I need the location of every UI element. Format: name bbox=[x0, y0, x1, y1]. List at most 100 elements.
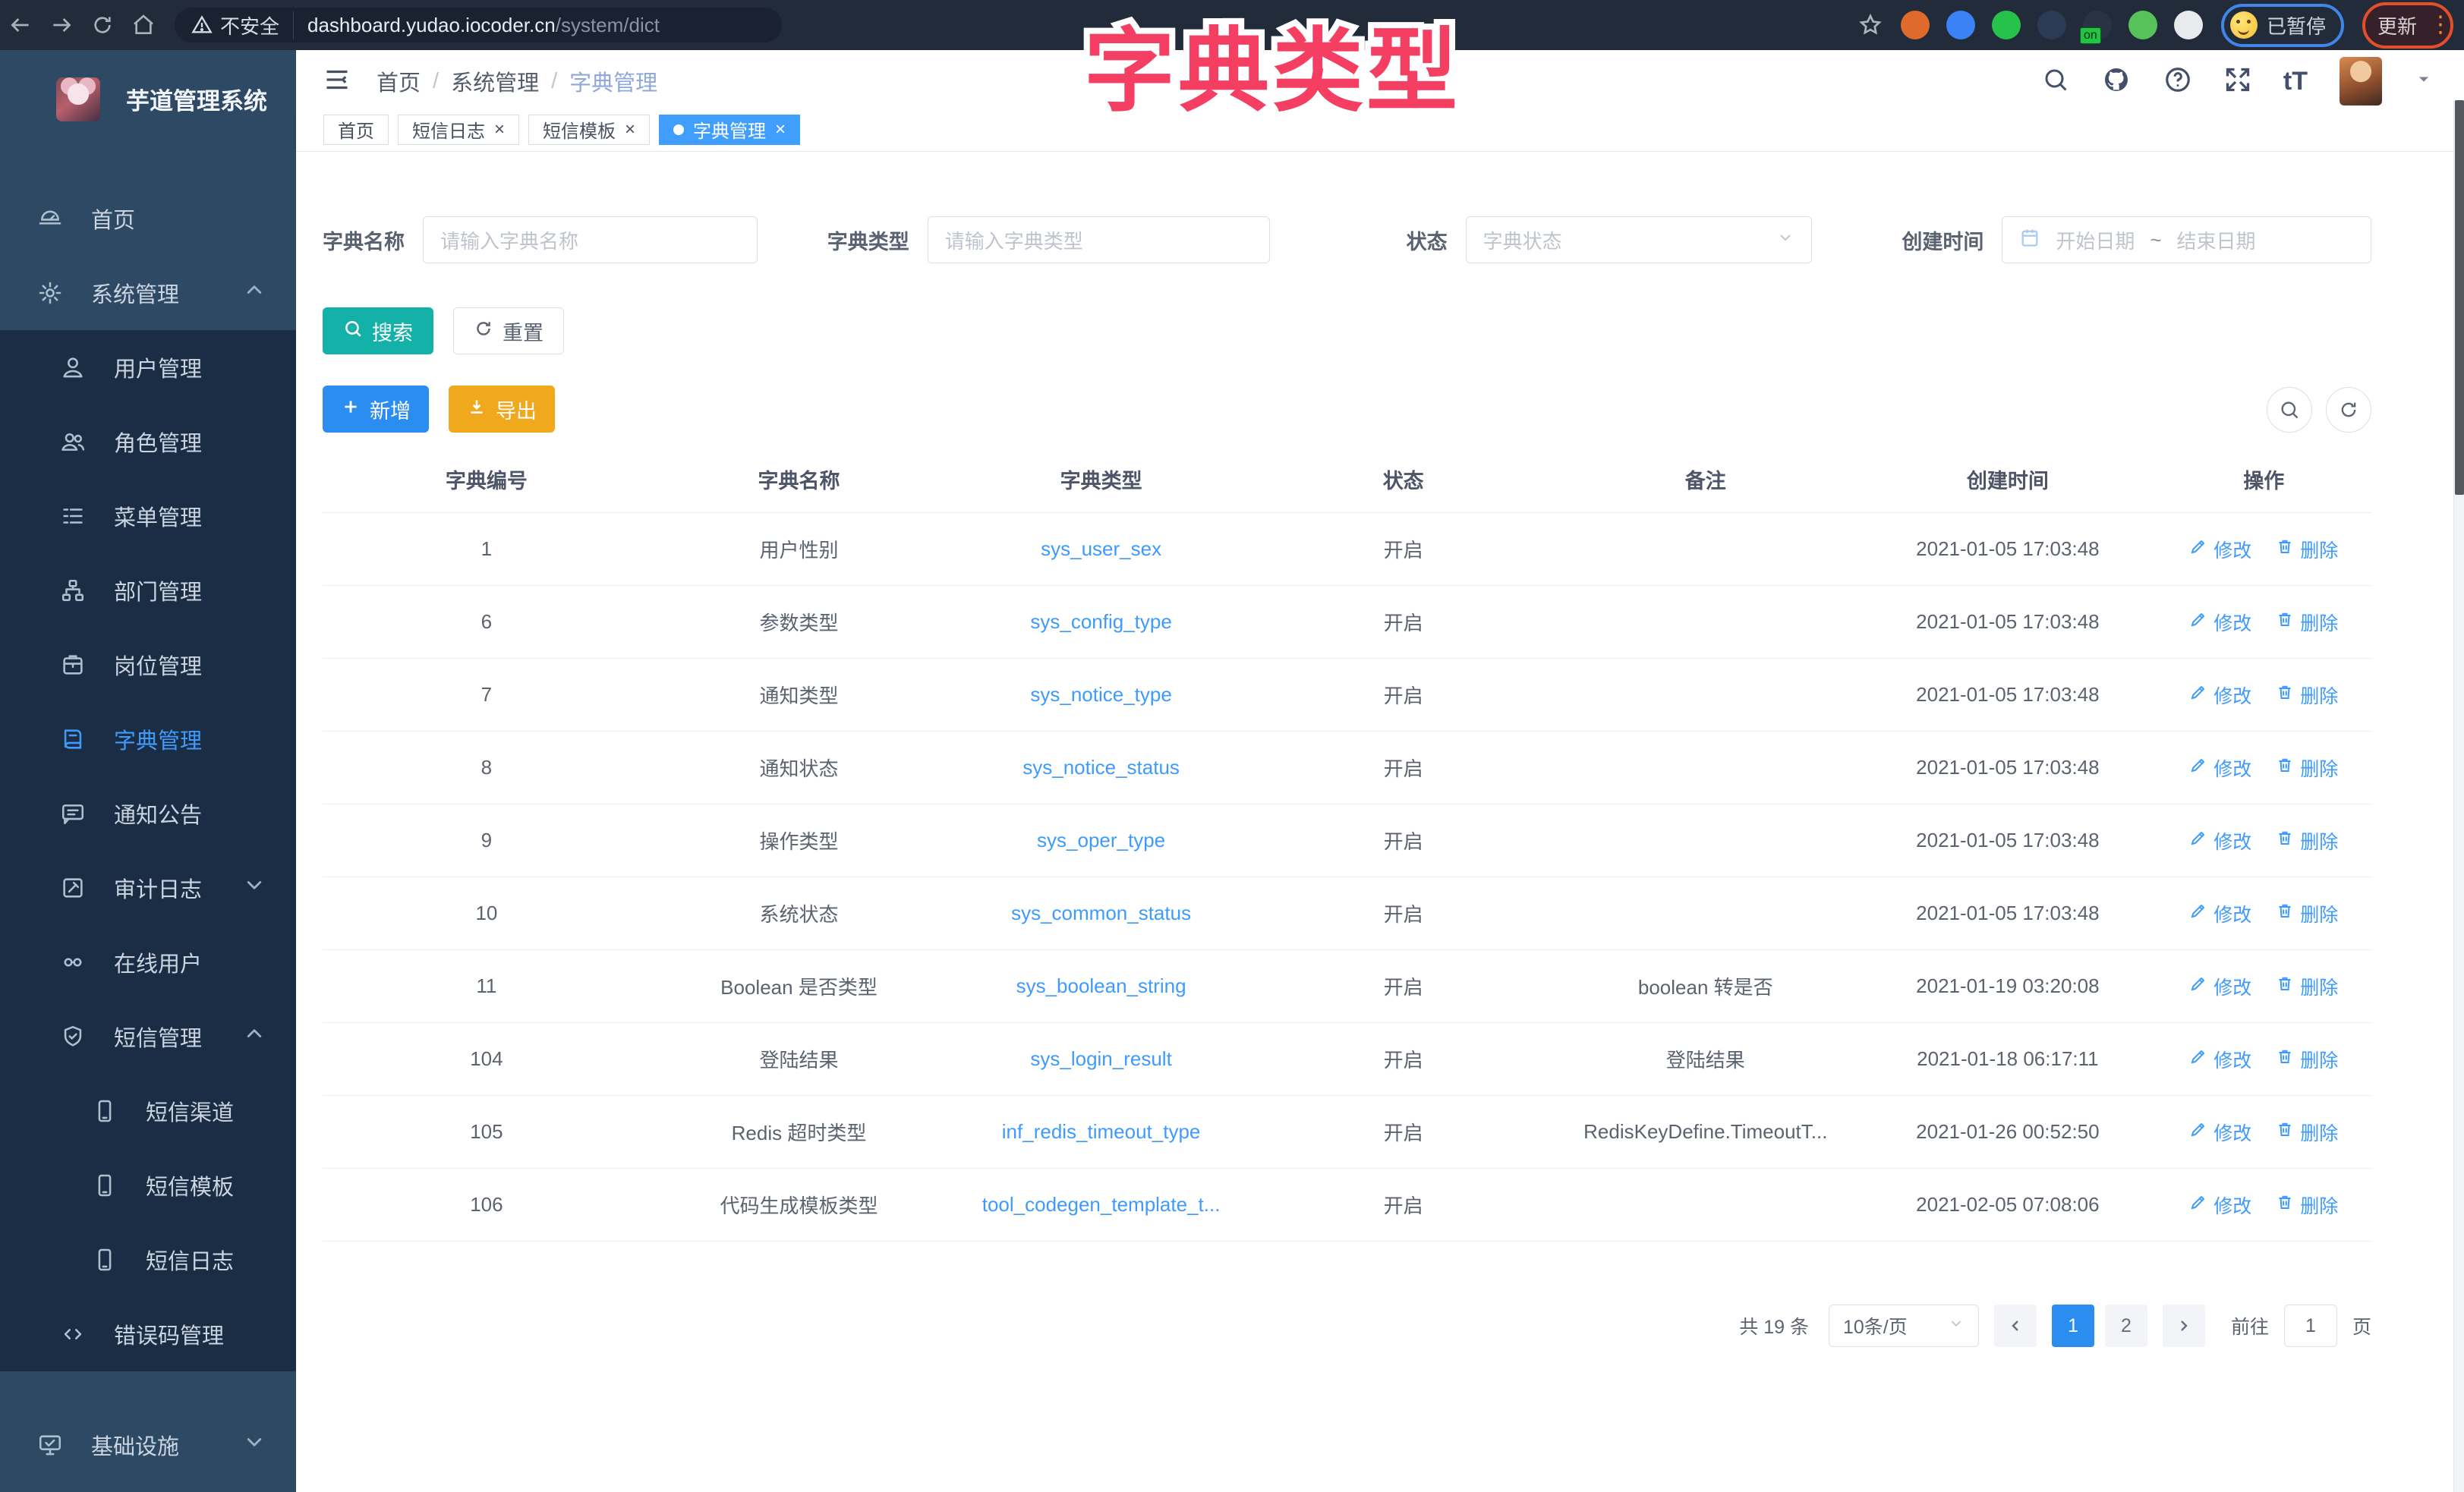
cell-dict-type-link[interactable]: sys_login_result bbox=[947, 1023, 1255, 1096]
delete-row-button[interactable]: 删除 bbox=[2276, 609, 2338, 636]
breadcrumb-system[interactable]: 系统管理 bbox=[451, 65, 539, 97]
browser-reload-button[interactable] bbox=[82, 5, 123, 46]
date-range-picker[interactable]: 开始日期 ~ 结束日期 bbox=[2002, 216, 2371, 263]
sidebar-item-sms-log[interactable]: 短信日志 bbox=[0, 1223, 296, 1297]
cell-dict-type-link[interactable]: sys_notice_type bbox=[947, 659, 1255, 732]
browser-home-button[interactable] bbox=[123, 5, 164, 46]
user-menu-caret-icon[interactable] bbox=[2414, 70, 2434, 93]
browser-update-button[interactable]: 更新 bbox=[2373, 8, 2421, 42]
tab-首页[interactable]: 首页 bbox=[323, 115, 389, 145]
edit-row-button[interactable]: 修改 bbox=[2189, 1119, 2251, 1146]
browser-forward-button[interactable] bbox=[41, 5, 82, 46]
tab-字典管理[interactable]: 字典管理× bbox=[659, 115, 800, 145]
help-icon[interactable] bbox=[2163, 65, 2192, 98]
tab-close-icon[interactable]: × bbox=[775, 121, 786, 139]
edit-row-button[interactable]: 修改 bbox=[2189, 536, 2251, 563]
diamond-extension-icon[interactable] bbox=[2037, 11, 2066, 39]
edit-row-button[interactable]: 修改 bbox=[2189, 1046, 2251, 1073]
tab-短信模板[interactable]: 短信模板× bbox=[528, 115, 650, 145]
security-label[interactable]: 不安全 bbox=[220, 11, 279, 39]
goto-page-input[interactable]: 1 bbox=[2284, 1305, 2337, 1347]
delete-row-button[interactable]: 删除 bbox=[2276, 1119, 2338, 1146]
extension-paused-pill[interactable]: 已暂停 bbox=[2221, 4, 2344, 47]
browser-scrollbar[interactable] bbox=[2453, 100, 2464, 1492]
browser-back-button[interactable] bbox=[0, 5, 41, 46]
sidebar-item-errcode[interactable]: 错误码管理 bbox=[0, 1297, 296, 1371]
edit-row-button[interactable]: 修改 bbox=[2189, 609, 2251, 636]
sidebar-item-audit[interactable]: 审计日志 bbox=[0, 851, 296, 925]
table-search-toggle-button[interactable] bbox=[2267, 387, 2312, 433]
sidebar-item-dict[interactable]: 字典管理 bbox=[0, 702, 296, 776]
leaf-extension-icon[interactable] bbox=[2128, 11, 2157, 39]
tab-close-icon[interactable]: × bbox=[625, 121, 635, 139]
sidebar-item-post[interactable]: 岗位管理 bbox=[0, 628, 296, 702]
github-icon[interactable] bbox=[2101, 65, 2132, 99]
edit-row-button[interactable]: 修改 bbox=[2189, 827, 2251, 855]
sidebar-item-sms-channel[interactable]: 短信渠道 bbox=[0, 1074, 296, 1148]
edit-row-button[interactable]: 修改 bbox=[2189, 973, 2251, 1000]
sidebar-item-user[interactable]: 用户管理 bbox=[0, 330, 296, 404]
sidebar-item-role[interactable]: 角色管理 bbox=[0, 404, 296, 479]
delete-row-button[interactable]: 删除 bbox=[2276, 1046, 2338, 1073]
dict-name-input[interactable]: 请输入字典名称 bbox=[423, 216, 758, 263]
cell-dict-type-link[interactable]: sys_common_status bbox=[947, 877, 1255, 950]
breadcrumb-home[interactable]: 首页 bbox=[377, 65, 421, 97]
tab-close-icon[interactable]: × bbox=[494, 121, 505, 139]
search-button[interactable]: 搜索 bbox=[323, 307, 433, 354]
font-size-icon[interactable]: tT bbox=[2283, 67, 2308, 96]
cell-dict-type-link[interactable]: sys_boolean_string bbox=[947, 950, 1255, 1023]
cell-dict-type-link[interactable]: tool_codegen_template_t... bbox=[947, 1169, 1255, 1242]
delete-row-button[interactable]: 删除 bbox=[2276, 1191, 2338, 1219]
sidebar-item-home[interactable]: 首页 bbox=[0, 181, 296, 256]
figure-extension-icon[interactable] bbox=[2174, 11, 2203, 39]
delete-row-button[interactable]: 删除 bbox=[2276, 681, 2338, 709]
sidebar-item-online[interactable]: 在线用户 bbox=[0, 925, 296, 999]
hamburger-icon[interactable] bbox=[323, 66, 351, 97]
sidebar-item-infra[interactable]: 基础设施 bbox=[0, 1408, 296, 1482]
browser-menu-kebab-icon[interactable]: ⋮ bbox=[2429, 19, 2443, 32]
delete-row-button[interactable]: 删除 bbox=[2276, 536, 2338, 563]
green-circle-extension-icon[interactable] bbox=[1992, 11, 2021, 39]
delete-row-button[interactable]: 删除 bbox=[2276, 754, 2338, 782]
sidebar-item-menu[interactable]: 菜单管理 bbox=[0, 479, 296, 553]
add-button[interactable]: 新增 bbox=[323, 386, 429, 433]
sidebar-item-sms[interactable]: 短信管理 bbox=[0, 999, 296, 1074]
gem-extension-icon[interactable] bbox=[1946, 11, 1975, 39]
page-button-2[interactable]: 2 bbox=[2105, 1305, 2147, 1347]
sidebar-item-notice[interactable]: 通知公告 bbox=[0, 776, 296, 851]
status-select[interactable]: 字典状态 bbox=[1466, 216, 1813, 263]
logo-row[interactable]: 芋道管理系统 bbox=[0, 50, 296, 137]
bookmark-star-icon[interactable] bbox=[1858, 13, 1883, 37]
delete-row-button[interactable]: 删除 bbox=[2276, 827, 2338, 855]
header-search-icon[interactable] bbox=[2042, 66, 2069, 97]
next-page-button[interactable] bbox=[2163, 1305, 2205, 1347]
scrollbar-thumb[interactable] bbox=[2455, 100, 2464, 495]
edit-row-button[interactable]: 修改 bbox=[2189, 681, 2251, 709]
target-extension-icon[interactable] bbox=[1901, 11, 1930, 39]
cell-dict-type-link[interactable]: sys_config_type bbox=[947, 586, 1255, 659]
fullscreen-icon[interactable] bbox=[2224, 66, 2251, 97]
cell-dict-type-link[interactable]: sys_notice_status bbox=[947, 732, 1255, 804]
prev-page-button[interactable] bbox=[1994, 1305, 2037, 1347]
export-button[interactable]: 导出 bbox=[449, 386, 555, 433]
delete-row-button[interactable]: 删除 bbox=[2276, 900, 2338, 927]
edit-row-button[interactable]: 修改 bbox=[2189, 754, 2251, 782]
address-bar[interactable]: 不安全 dashboard.yudao.iocoder.cn/system/di… bbox=[175, 8, 782, 42]
sidebar-item-dept[interactable]: 部门管理 bbox=[0, 553, 296, 628]
sidebar-item-sms-template[interactable]: 短信模板 bbox=[0, 1148, 296, 1223]
edit-row-button[interactable]: 修改 bbox=[2189, 1191, 2251, 1219]
dict-type-input[interactable]: 请输入字典类型 bbox=[928, 216, 1270, 263]
screenshot-extension-icon[interactable]: on bbox=[2083, 11, 2112, 39]
tab-短信日志[interactable]: 短信日志× bbox=[398, 115, 519, 145]
reset-button[interactable]: 重置 bbox=[453, 307, 564, 354]
user-avatar[interactable] bbox=[2340, 57, 2382, 105]
cell-dict-type-link[interactable]: sys_user_sex bbox=[947, 513, 1255, 586]
cell-dict-type-link[interactable]: sys_oper_type bbox=[947, 804, 1255, 877]
table-refresh-button[interactable] bbox=[2326, 387, 2371, 433]
delete-row-button[interactable]: 删除 bbox=[2276, 973, 2338, 1000]
sidebar-item-system[interactable]: 系统管理 bbox=[0, 256, 296, 330]
page-size-select[interactable]: 10条/页 bbox=[1829, 1305, 1979, 1347]
edit-row-button[interactable]: 修改 bbox=[2189, 900, 2251, 927]
cell-dict-type-link[interactable]: inf_redis_timeout_type bbox=[947, 1096, 1255, 1169]
page-button-1[interactable]: 1 bbox=[2052, 1305, 2094, 1347]
